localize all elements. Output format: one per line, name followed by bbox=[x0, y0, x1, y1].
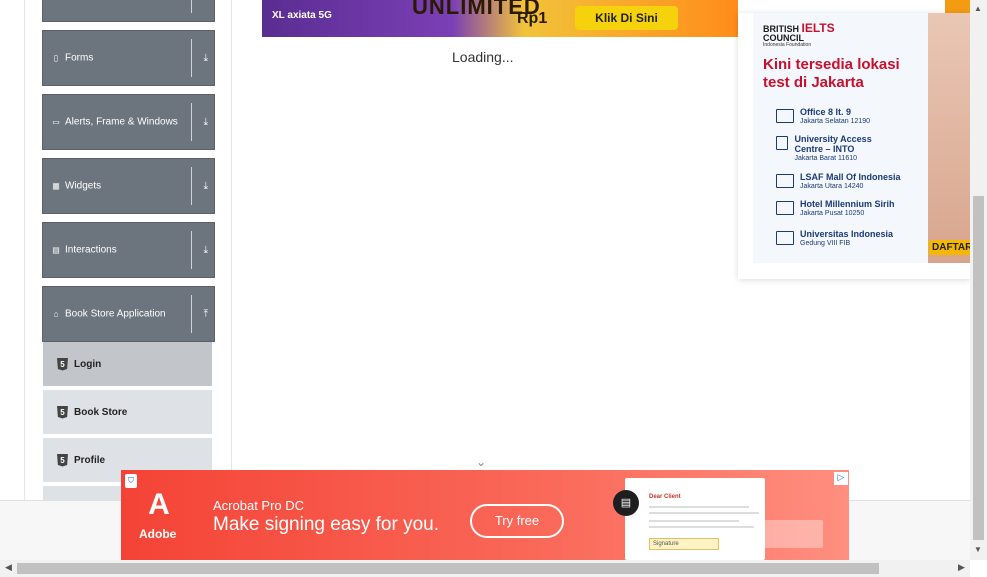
window-icon: ▭ bbox=[52, 117, 60, 126]
ad-cta-button[interactable]: DAFTAR bbox=[929, 240, 970, 255]
computer-icon bbox=[776, 231, 794, 245]
expand-arrow-icon: ⤓ bbox=[203, 180, 208, 192]
ad-cta-button[interactable]: Klik Di Sini bbox=[575, 6, 678, 30]
document-preview: Dear Client Signature bbox=[625, 478, 765, 560]
grid-icon: ▦ bbox=[52, 181, 60, 190]
expand-arrow-icon: ⤓ bbox=[203, 116, 208, 128]
scroll-right-arrow-icon[interactable]: ▶ bbox=[958, 562, 965, 573]
doc-line bbox=[649, 520, 739, 522]
scroll-up-arrow-icon[interactable]: ▲ bbox=[974, 4, 982, 13]
book-icon: ⌂ bbox=[53, 309, 59, 318]
adchoices-icon[interactable]: ▷ bbox=[834, 472, 848, 485]
sidebar-group-book-store-application[interactable]: ⌂ Book Store Application ⤒ bbox=[42, 286, 215, 342]
group-separator bbox=[191, 167, 192, 205]
computer-icon bbox=[776, 109, 794, 123]
ad-message: Make signing easy for you. bbox=[213, 514, 440, 535]
group-separator bbox=[191, 295, 192, 333]
ad-brand: Adobe bbox=[139, 527, 177, 541]
html5-icon: 5 bbox=[57, 357, 68, 371]
top-banner-ad[interactable]: XL axiata 5G UNLIMITED Rp1 Klik Di Sini bbox=[262, 0, 738, 37]
sidebar-group-alerts[interactable]: ▭ Alerts, Frame & Windows ⤓ bbox=[42, 94, 215, 150]
ad-price: Rp1 bbox=[517, 10, 548, 27]
scroll-down-arrow-icon[interactable]: ▼ bbox=[974, 545, 982, 554]
group-label-wrap: ▤ Interactions bbox=[52, 244, 117, 256]
sidebar-item-login[interactable]: 5 Login bbox=[43, 342, 212, 388]
doc-line bbox=[649, 526, 754, 528]
sidebar-item-label: Login bbox=[74, 358, 102, 370]
group-label-wrap: ▭ Alerts, Frame & Windows bbox=[52, 117, 178, 128]
location-item: Universitas Indonesia Gedung VIII FIB bbox=[776, 229, 893, 248]
sidebar-group-interactions[interactable]: ▤ Interactions ⤓ bbox=[42, 222, 215, 278]
html5-icon: 5 bbox=[57, 405, 68, 419]
vertical-scrollbar[interactable]: ▲ ▼ bbox=[970, 0, 987, 560]
ad-decoration bbox=[761, 520, 823, 548]
ad-brand: XL axiata 5G bbox=[272, 10, 332, 21]
computer-icon bbox=[776, 136, 789, 150]
group-label: Forms bbox=[65, 52, 94, 64]
sidebar-item-label: Profile bbox=[74, 454, 106, 466]
scrollbar-thumb[interactable] bbox=[17, 563, 879, 574]
scrollbar-thumb[interactable] bbox=[973, 196, 984, 540]
group-label: Alerts, Frame & Windows bbox=[65, 116, 178, 128]
adobe-ad[interactable]: ⛉ A Adobe Acrobat Pro DC Make signing ea… bbox=[121, 470, 849, 560]
ad-product: Acrobat Pro DC bbox=[213, 498, 305, 513]
scroll-left-arrow-icon[interactable]: ◀ bbox=[5, 562, 12, 573]
location-item: Hotel Millennium Sirih Jakarta Pusat 1025… bbox=[776, 199, 895, 218]
ad-photo bbox=[928, 13, 970, 263]
horizontal-scrollbar[interactable]: ◀ ▶ bbox=[0, 560, 970, 577]
list-icon: ▤ bbox=[52, 245, 60, 254]
html5-icon: 5 bbox=[57, 453, 68, 467]
file-icon: ▯ bbox=[53, 53, 59, 62]
group-label: Widgets bbox=[65, 180, 102, 192]
doc-line bbox=[649, 506, 749, 508]
expand-arrow-icon: ⤓ bbox=[203, 52, 208, 64]
sidebar-group-elements[interactable]: ⤓ bbox=[42, 0, 215, 22]
group-label: Interactions bbox=[65, 244, 117, 256]
group-label-wrap: ▦ Widgets bbox=[52, 181, 101, 192]
ad-headline: Kini tersedia lokasi test di Jakarta bbox=[763, 56, 900, 91]
group-separator bbox=[191, 39, 192, 77]
privacy-shield-icon[interactable]: ⛉ bbox=[125, 474, 137, 488]
loading-text: Loading... bbox=[452, 49, 514, 65]
page: ⤓ ▯ Forms ⤓ ▭ Alerts, Frame & Windows ⤓ … bbox=[0, 0, 987, 577]
doc-line bbox=[649, 512, 759, 514]
sidebar-item-book-store[interactable]: 5 Book Store bbox=[43, 390, 212, 436]
chevron-down-icon[interactable]: ⌄ bbox=[476, 455, 486, 469]
signature-field: Signature bbox=[649, 538, 719, 550]
document-icon bbox=[776, 201, 794, 215]
group-label: Book Store Application bbox=[65, 308, 166, 320]
sidebar-group-forms[interactable]: ▯ Forms ⤓ bbox=[42, 30, 215, 86]
group-label-wrap: ⌂ Book Store Application bbox=[52, 309, 166, 320]
collapse-arrow-icon: ⤒ bbox=[203, 308, 208, 320]
group-separator bbox=[191, 0, 192, 13]
sidebar-item-label: Book Store bbox=[74, 406, 128, 418]
pdf-file-icon: ▤ bbox=[613, 490, 639, 516]
try-free-button[interactable]: Try free bbox=[470, 504, 564, 538]
sidebar-group-widgets[interactable]: ▦ Widgets ⤓ bbox=[42, 158, 215, 214]
computer-icon bbox=[776, 174, 794, 188]
ad-foundation: Indonesia Foundation bbox=[763, 42, 812, 48]
location-item: LSAF Mall Of Indonesia Jakarta Utara 1424… bbox=[776, 172, 901, 191]
adobe-logo-icon: A bbox=[148, 488, 170, 521]
group-separator bbox=[191, 231, 192, 269]
group-label-wrap: ▯ Forms bbox=[52, 52, 94, 64]
location-item: University Access Centre – INTO Jakarta B… bbox=[776, 134, 886, 163]
location-item: Office 8 lt. 9 Jakarta Selatan 12190 bbox=[776, 107, 870, 126]
ad-corner bbox=[945, 0, 970, 13]
ielts-ad[interactable]: BRITISH IELTS COUNCIL Indonesia Foundati… bbox=[738, 13, 970, 279]
doc-title: Dear Client bbox=[649, 494, 681, 500]
expand-arrow-icon: ⤓ bbox=[203, 244, 208, 256]
group-separator bbox=[191, 103, 192, 141]
british-council-logo: BRITISH IELTS COUNCIL bbox=[763, 21, 835, 43]
